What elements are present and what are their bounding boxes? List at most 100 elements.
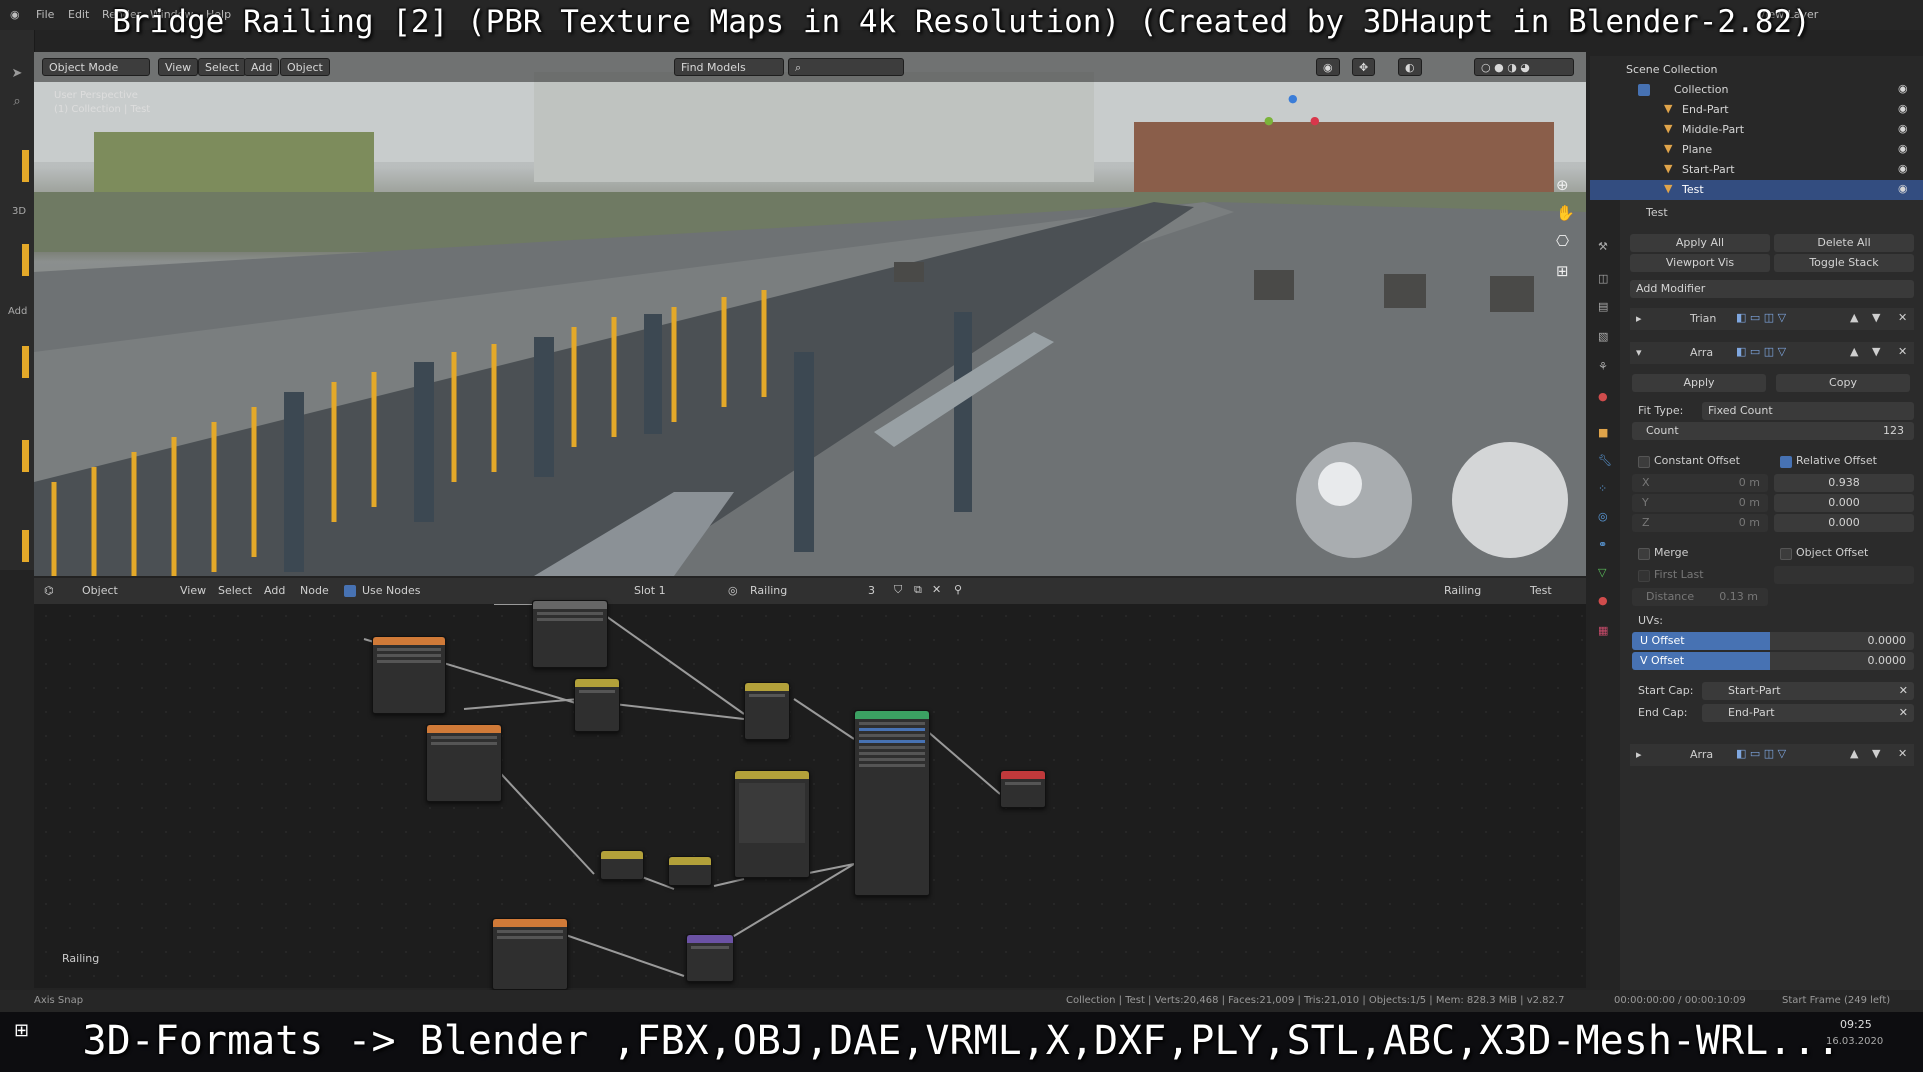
scene-tab-icon[interactable]: ⚘	[1598, 360, 1608, 373]
first-last-checkbox[interactable]	[1638, 570, 1650, 582]
viewport-vis-button[interactable]: Viewport Vis	[1630, 254, 1770, 272]
eye-icon[interactable]: ◉	[1898, 182, 1908, 195]
material-users-count[interactable]: 3	[868, 584, 875, 597]
camera-icon[interactable]: ⎔	[1556, 232, 1569, 250]
modifier-header-array-2[interactable]: ▸ Arra ◧ ▭ ◫ ▽ ▲ ▼ ✕	[1630, 744, 1914, 766]
end-cap-field[interactable]: End-Part ✕	[1702, 704, 1914, 722]
fake-user-icon[interactable]: ⛉	[894, 583, 902, 597]
node-material-output[interactable]	[1000, 770, 1046, 808]
remove-modifier-icon[interactable]: ✕	[1898, 345, 1907, 358]
grid-icon[interactable]: ⊞	[1556, 262, 1569, 280]
output-tab-icon[interactable]: ▤	[1598, 300, 1608, 313]
constant-offset-checkbox[interactable]	[1638, 456, 1650, 468]
delete-all-button[interactable]: Delete All	[1774, 234, 1914, 252]
move-up-icon[interactable]: ▲	[1850, 345, 1858, 358]
node-math-2[interactable]	[668, 856, 712, 886]
editor-type-icon[interactable]: ⌬	[44, 584, 54, 597]
count-field[interactable]: Count 123	[1632, 422, 1914, 440]
relative-offset-z[interactable]: 0.000	[1774, 514, 1914, 532]
v-offset-field[interactable]: V Offset 0.0000	[1632, 652, 1914, 670]
material-tab-icon[interactable]: ●	[1598, 594, 1608, 607]
eye-icon[interactable]: ◉	[1898, 122, 1908, 135]
navigation-gizmo[interactable]: ● ● ●	[1260, 92, 1330, 162]
add-modifier-dropdown[interactable]: Add Modifier	[1630, 280, 1914, 298]
node-color-ramp[interactable]	[734, 770, 810, 878]
outliner-object[interactable]: ▼ Plane ◉	[1590, 140, 1923, 160]
object-dropdown[interactable]: Object	[82, 584, 118, 597]
right-object-label[interactable]: Test	[1530, 584, 1552, 597]
copy-button[interactable]: Copy	[1776, 374, 1910, 392]
node-menu-view[interactable]: View	[180, 584, 206, 597]
viewport-menu-add[interactable]: Add	[244, 58, 280, 76]
modifier-tab-icon[interactable]: 🔧︎	[1598, 454, 1612, 467]
duplicate-material-icon[interactable]: ⧉	[914, 583, 922, 597]
relative-offset-y[interactable]: 0.000	[1774, 494, 1914, 512]
slot-dropdown[interactable]: Slot 1	[634, 584, 666, 597]
viewport-menu-view[interactable]: View	[158, 58, 199, 76]
gizmo-y-icon[interactable]: ●	[1264, 114, 1274, 127]
move-down-icon[interactable]: ▼	[1872, 311, 1880, 324]
modifier-header-triangulate[interactable]: ▸ Trian ◧ ▭ ◫ ▽ ▲ ▼ ✕	[1630, 308, 1914, 330]
node-texture[interactable]	[372, 636, 446, 714]
move-up-icon[interactable]: ▲	[1850, 747, 1858, 760]
world-tab-icon[interactable]: ●	[1598, 390, 1608, 403]
gizmo-x-icon[interactable]: ●	[1310, 114, 1320, 127]
eye-icon[interactable]: ◉	[1898, 142, 1908, 155]
node-menu-select[interactable]: Select	[218, 584, 252, 597]
modifier-name[interactable]: Trian	[1690, 312, 1716, 325]
overlay-toggle-icon[interactable]: ◐	[1398, 58, 1422, 76]
viewport-menu-object[interactable]: Object	[280, 58, 330, 76]
outliner-object[interactable]: ▼ Start-Part ◉	[1590, 160, 1923, 180]
move-down-icon[interactable]: ▼	[1872, 345, 1880, 358]
modifier-visibility-icons[interactable]: ◧ ▭ ◫ ▽	[1736, 747, 1786, 760]
constant-offset-x[interactable]: X0 m	[1632, 474, 1768, 492]
outliner-object[interactable]: ▼ Middle-Part ◉	[1590, 120, 1923, 140]
remove-modifier-icon[interactable]: ✕	[1898, 311, 1907, 324]
particles-tab-icon[interactable]: ⁘	[1598, 482, 1607, 495]
node-texture-2[interactable]	[426, 724, 502, 802]
modifier-visibility-icons[interactable]: ◧ ▭ ◫ ▽	[1736, 311, 1786, 324]
data-tab-icon[interactable]: ▽	[1598, 566, 1606, 579]
object-tab-icon[interactable]: ■	[1598, 426, 1608, 439]
viewport-menu-select[interactable]: Select	[198, 58, 246, 76]
node-mix[interactable]	[574, 678, 620, 732]
view-layer-tab-icon[interactable]: ▧	[1598, 330, 1608, 343]
render-tab-icon[interactable]: ◫	[1598, 272, 1608, 285]
tool-tab-icon[interactable]: ⚒	[1598, 240, 1608, 253]
gizmo-z-icon[interactable]: ●	[1288, 92, 1298, 105]
expand-arrow-icon[interactable]: ▸	[1636, 312, 1642, 325]
constant-offset-y[interactable]: Y0 m	[1632, 494, 1768, 512]
modifier-visibility-icons[interactable]: ◧ ▭ ◫ ▽	[1736, 345, 1786, 358]
relative-offset-checkbox[interactable]	[1780, 456, 1792, 468]
expand-arrow-icon[interactable]: ▸	[1636, 748, 1642, 761]
object-mode-dropdown[interactable]: Object Mode	[42, 58, 150, 76]
expand-arrow-icon[interactable]: ▾	[1636, 346, 1642, 359]
gizmo-toggle-icon[interactable]: ✥	[1352, 58, 1376, 76]
node-vector[interactable]	[686, 934, 734, 982]
outliner-object[interactable]: ▼ End-Part ◉	[1590, 100, 1923, 120]
find-models-dropdown[interactable]: Find Models	[674, 58, 784, 76]
toggle-stack-button[interactable]: Toggle Stack	[1774, 254, 1914, 272]
node-image-top[interactable]	[532, 600, 608, 668]
apply-all-button[interactable]: Apply All	[1630, 234, 1770, 252]
node-menu-add[interactable]: Add	[264, 584, 285, 597]
modifier-header-array[interactable]: ▾ Arra ◧ ▭ ◫ ▽ ▲ ▼ ✕	[1630, 342, 1914, 364]
move-down-icon[interactable]: ▼	[1872, 747, 1880, 760]
relative-offset-x[interactable]: 0.938	[1774, 474, 1914, 492]
pan-hand-icon[interactable]: ✋	[1556, 204, 1575, 222]
right-material-label[interactable]: Railing	[1444, 584, 1481, 597]
merge-distance-field[interactable]: Distance 0.13 m	[1632, 588, 1768, 606]
3d-viewport[interactable]: User Perspective (1) Collection | Test ●…	[34, 52, 1586, 576]
move-up-icon[interactable]: ▲	[1850, 311, 1858, 324]
outliner-collection[interactable]: Collection ◉	[1590, 80, 1923, 100]
zoom-icon[interactable]: ⊕	[1556, 176, 1569, 194]
search-icon[interactable]: ⌕	[8, 94, 26, 112]
shading-mode-icons[interactable]: ○ ● ◑ ◕	[1474, 58, 1574, 76]
node-texture-3[interactable]	[492, 918, 568, 990]
start-cap-field[interactable]: Start-Part ✕	[1702, 682, 1914, 700]
visibility-icon[interactable]: ◉	[1316, 58, 1340, 76]
texture-tab-icon[interactable]: ▦	[1598, 624, 1608, 637]
u-offset-field[interactable]: U Offset 0.0000	[1632, 632, 1914, 650]
physics-tab-icon[interactable]: ◎	[1598, 510, 1608, 523]
cursor-icon[interactable]: ➤	[8, 66, 26, 84]
